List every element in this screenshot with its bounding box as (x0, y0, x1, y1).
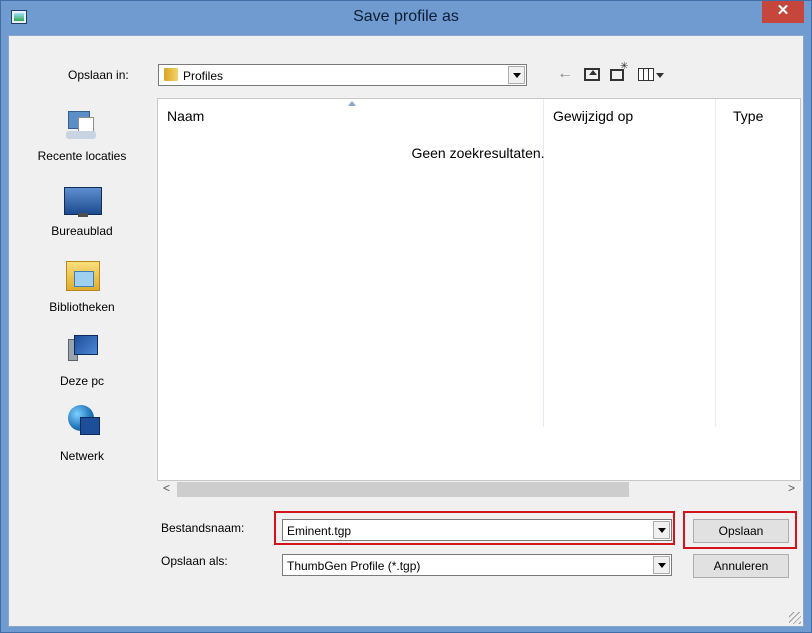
view-menu-arrow-icon[interactable] (656, 73, 664, 78)
folder-icon (164, 68, 178, 81)
chevron-down-icon[interactable] (508, 66, 525, 84)
place-recent-locations[interactable]: Recente locaties (10, 109, 154, 179)
save-in-value: Profiles (183, 69, 224, 83)
libraries-icon (66, 257, 100, 291)
scrollbar-thumb[interactable] (177, 482, 629, 497)
save-dialog: Save profile as ✕ Opslaan in: Profiles ←… (0, 0, 812, 633)
filetype-combo[interactable]: ThumbGen Profile (*.tgp) (282, 554, 672, 576)
filename-combo[interactable]: Eminent.tgp (282, 519, 672, 541)
empty-message: Geen zoekresultaten. (411, 145, 545, 161)
place-label: Bibliotheken (49, 300, 115, 314)
close-button[interactable]: ✕ (762, 1, 804, 23)
file-list[interactable]: Naam Gewijzigd op Type Geen zoekresultat… (157, 98, 801, 481)
title-bar[interactable]: Save profile as ✕ (1, 1, 811, 35)
filename-label: Bestandsnaam: (161, 521, 245, 535)
place-label: Bureaublad (51, 224, 113, 238)
filename-input[interactable]: Eminent.tgp (287, 524, 351, 538)
desktop-icon (64, 187, 102, 217)
save-button[interactable]: Opslaan (693, 519, 789, 543)
up-folder-icon[interactable] (584, 68, 600, 81)
network-icon (68, 405, 100, 437)
horizontal-scrollbar[interactable]: < > (157, 481, 801, 498)
dialog-body: Opslaan in: Profiles ← Recente locaties (8, 35, 804, 627)
new-folder-icon[interactable] (610, 61, 628, 81)
column-header-name[interactable]: Naam (158, 99, 543, 131)
place-libraries[interactable]: Bibliotheken (10, 257, 154, 327)
place-this-pc[interactable]: Deze pc (10, 333, 154, 403)
cancel-button[interactable]: Annuleren (693, 554, 789, 578)
save-in-label: Opslaan in: (68, 68, 129, 82)
scroll-right-icon[interactable]: > (788, 481, 795, 495)
view-menu-icon[interactable] (638, 68, 654, 81)
chevron-down-icon[interactable] (653, 556, 670, 574)
save-in-combo[interactable]: Profiles (158, 64, 527, 86)
place-label: Deze pc (59, 374, 105, 388)
recent-locations-icon (66, 109, 98, 139)
window-title: Save profile as (353, 8, 459, 25)
resize-grip[interactable] (789, 612, 801, 624)
place-network[interactable]: Netwerk (10, 405, 154, 475)
column-header-modified[interactable]: Gewijzigd op (544, 99, 714, 131)
place-desktop[interactable]: Bureaublad (10, 187, 154, 257)
filetype-value: ThumbGen Profile (*.tgp) (287, 559, 421, 573)
filetype-label: Opslaan als: (161, 554, 228, 568)
back-icon[interactable]: ← (557, 66, 573, 82)
place-label: Netwerk (59, 449, 104, 463)
scroll-left-icon[interactable]: < (163, 481, 170, 495)
column-header-type[interactable]: Type (716, 99, 802, 131)
this-pc-icon (68, 333, 98, 361)
chevron-down-icon[interactable] (653, 521, 670, 539)
